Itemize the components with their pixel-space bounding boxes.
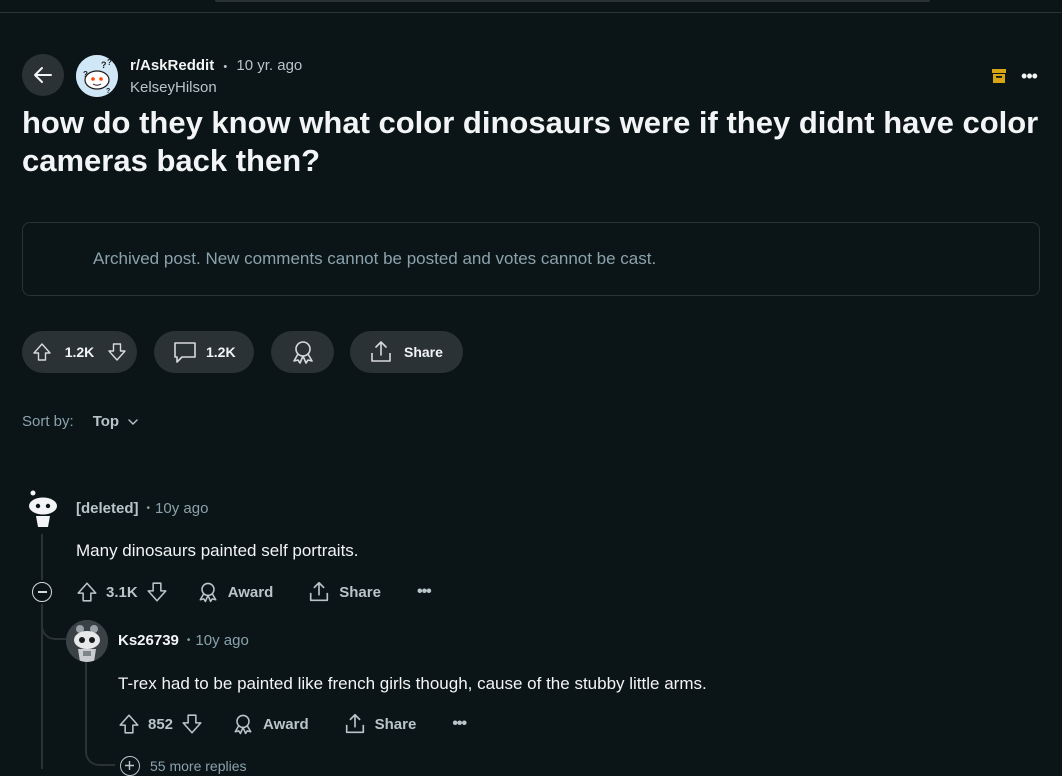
comment-age: 10y ago	[155, 500, 209, 517]
upvote-button[interactable]	[32, 342, 52, 362]
upvote-icon	[33, 343, 51, 361]
minus-circle-icon	[37, 591, 47, 593]
comment-award-button[interactable]: Award	[231, 712, 309, 736]
meta-separator: •	[186, 635, 191, 646]
post-vote-count: 1.2K	[64, 344, 95, 360]
subreddit-avatar[interactable]: ? ? ? ?	[76, 55, 118, 97]
downvote-button[interactable]	[107, 342, 127, 362]
post-title: how do they know what color dinosaurs we…	[22, 105, 1039, 178]
post-age: 10 yr. ago	[236, 57, 303, 74]
share-button[interactable]: Share	[350, 331, 463, 373]
archived-notice-text: Archived post. New comments cannot be po…	[93, 249, 657, 268]
top-bar	[0, 0, 1062, 13]
snoo-avatar-icon	[29, 490, 57, 527]
downvote-icon[interactable]	[146, 581, 168, 603]
comment-vote-count: 852	[148, 715, 174, 733]
upvote-icon[interactable]	[76, 581, 98, 603]
award-icon	[199, 582, 217, 603]
comment-body: Many dinosaurs painted self portraits.	[76, 541, 359, 560]
comment-count: 1.2K	[206, 344, 236, 360]
comment-vote-count: 3.1K	[106, 583, 138, 601]
comment-overflow-menu[interactable]: •••	[417, 583, 432, 601]
archive-icon	[992, 69, 1006, 83]
comment-author[interactable]: Ks26739	[118, 632, 179, 649]
award-icon	[292, 341, 313, 364]
comment-icon	[174, 342, 196, 363]
award-label: Award	[263, 715, 309, 733]
subreddit-link[interactable]: r/AskReddit	[130, 57, 214, 74]
comment-vote: 852	[118, 713, 203, 735]
snoo-avatar-icon	[66, 620, 108, 662]
collapse-button[interactable]	[32, 582, 52, 602]
post-author[interactable]: KelseyHilson	[130, 79, 217, 96]
downvote-icon[interactable]	[181, 713, 203, 735]
award-icon	[234, 714, 252, 735]
meta-separator: •	[223, 61, 228, 73]
avatar[interactable]	[66, 620, 108, 662]
share-label: Share	[339, 583, 381, 601]
share-icon	[310, 581, 329, 602]
more-replies-button[interactable]: 55 more replies	[120, 756, 247, 776]
share-icon	[345, 713, 364, 734]
svg-text:?: ?	[106, 88, 110, 95]
upvote-icon[interactable]	[118, 713, 140, 735]
thread-line-reply[interactable]	[85, 662, 87, 752]
comment-meta: Ks26739 • 10y ago	[118, 632, 249, 649]
svg-text:?: ?	[101, 60, 107, 70]
comment-share-button[interactable]: Share	[307, 580, 381, 604]
comment-actions: 852 Award Share •••	[118, 712, 467, 736]
svg-text:?: ?	[107, 58, 112, 67]
arrow-left-icon	[34, 67, 52, 83]
sort-row: Sort by: Top	[22, 413, 139, 430]
thread-branch-reply	[41, 610, 67, 640]
sort-value: Top	[92, 413, 120, 430]
award-label: Award	[227, 583, 274, 601]
chevron-down-icon	[128, 418, 138, 425]
post-meta: r/AskReddit • 10 yr. ago	[130, 57, 302, 74]
sort-dropdown[interactable]: Top	[93, 413, 139, 430]
comment-body: T-rex had to be painted like french girl…	[118, 674, 707, 693]
plus-circle-icon	[120, 756, 140, 776]
share-icon	[371, 341, 391, 362]
avatar[interactable]	[26, 489, 60, 531]
share-label: Share	[374, 715, 417, 733]
post-vote-bar: 1.2K	[22, 331, 137, 373]
archived-notice: Archived post. New comments cannot be po…	[22, 222, 1040, 296]
search-bar-edge[interactable]	[215, 0, 930, 2]
meta-separator: •	[146, 503, 151, 514]
comment-meta: [deleted] • 10y ago	[76, 500, 208, 517]
more-replies-label: 55 more replies	[150, 758, 247, 774]
comment-share-button[interactable]: Share	[343, 712, 417, 736]
thread-line-top[interactable]	[41, 534, 43, 580]
comment-author[interactable]: [deleted]	[76, 500, 139, 517]
comment-age: 10y ago	[195, 632, 249, 649]
downvote-icon	[108, 343, 126, 361]
comment-award-button[interactable]: Award	[196, 580, 274, 604]
svg-text:?: ?	[83, 70, 88, 79]
post-overflow-menu[interactable]: •••	[1018, 66, 1040, 86]
sort-label: Sort by:	[22, 413, 74, 430]
thread-branch-more	[85, 742, 115, 766]
comment-actions: 3.1K Award Share •••	[76, 580, 432, 604]
comment-overflow-menu[interactable]: •••	[452, 715, 467, 733]
back-button[interactable]	[22, 54, 64, 96]
comments-button[interactable]: 1.2K	[154, 331, 254, 373]
share-label: Share	[404, 344, 443, 360]
award-button[interactable]	[271, 331, 334, 373]
askreddit-logo-icon: ? ? ? ?	[76, 55, 118, 97]
comment-vote: 3.1K	[76, 581, 168, 603]
